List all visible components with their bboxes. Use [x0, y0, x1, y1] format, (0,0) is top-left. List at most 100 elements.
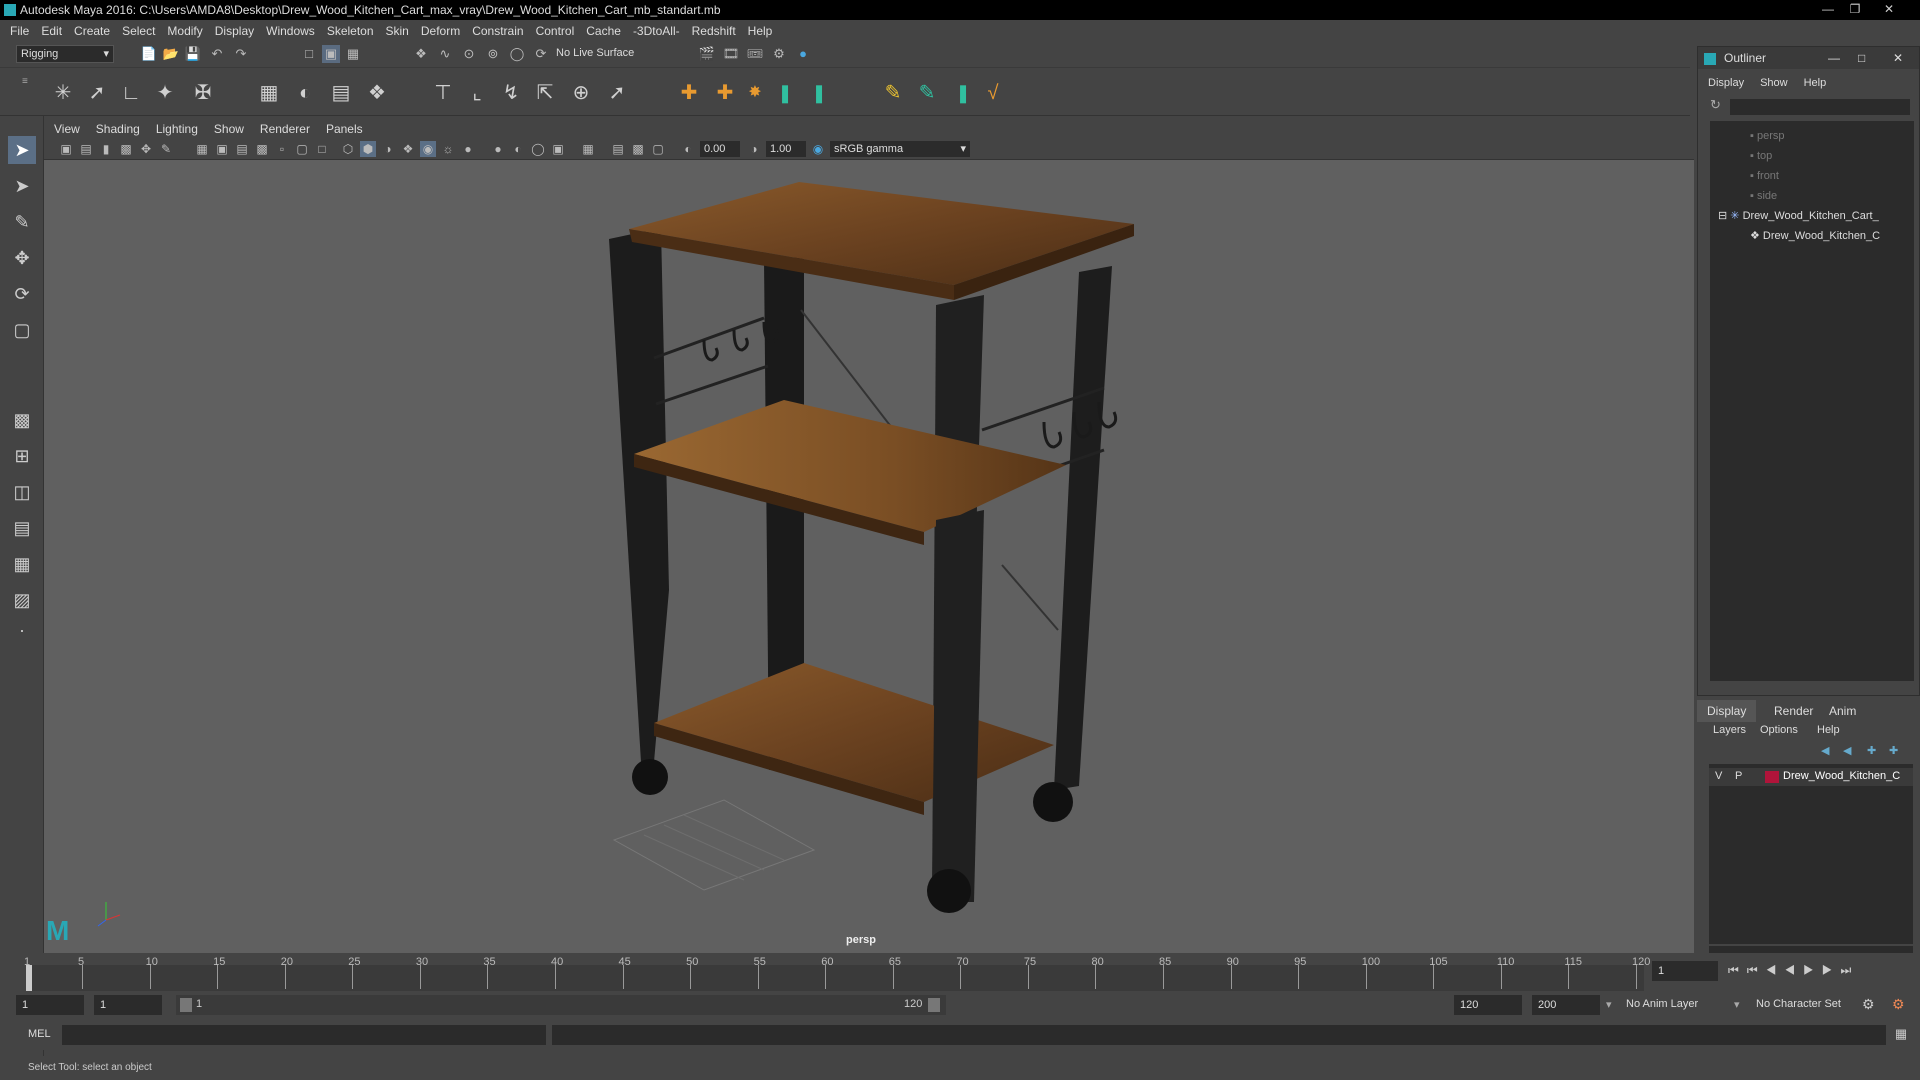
prev-key-icon[interactable]: ◀ [1766, 963, 1785, 977]
gamma-icon[interactable]: ◑ [746, 141, 762, 157]
shelf-options-icon[interactable]: ≡ [22, 76, 32, 108]
menu-edit[interactable]: Edit [41, 24, 62, 38]
menu-set-dropdown[interactable]: Rigging ▾ [16, 45, 114, 63]
view-transform-dropdown[interactable]: sRGB gamma ▾ [830, 141, 970, 157]
layers-menu-layers[interactable]: Layers [1713, 724, 1746, 736]
menu-skin[interactable]: Skin [386, 24, 409, 38]
lasso-tool-icon[interactable]: ➤ [8, 172, 36, 200]
playback-start-field[interactable]: 1 [94, 995, 162, 1015]
maya-m-icon-2[interactable]: ❚ [806, 80, 832, 106]
field-chart-icon[interactable]: ▫ [274, 141, 290, 157]
render-current-icon[interactable]: 🎞 [722, 45, 740, 63]
move-tool-icon[interactable]: ✥ [8, 244, 36, 272]
filter-icon[interactable]: ↻ [1710, 97, 1728, 115]
screen-space-ao-icon[interactable]: ● [460, 141, 476, 157]
layer-row[interactable]: V P Drew_Wood_Kitchen_C [1709, 768, 1913, 786]
script-editor-icon[interactable]: ▦ [1892, 1026, 1910, 1044]
playback-end-field[interactable]: 120 [1454, 995, 1522, 1015]
command-input[interactable] [62, 1025, 546, 1045]
snap-curve-icon[interactable]: ∿ [436, 45, 454, 63]
menu-create[interactable]: Create [74, 24, 110, 38]
step-back-icon[interactable]: ⏮ [1747, 963, 1766, 977]
scene-start-field[interactable]: 1 [16, 995, 84, 1015]
scale-constraint-icon[interactable]: ⇱ [532, 80, 558, 106]
preferences-icon[interactable]: ⚙ [1892, 996, 1905, 1013]
go-to-start-icon[interactable]: ⏮ [1728, 963, 1747, 977]
motion-blur-icon[interactable]: ● [490, 141, 506, 157]
single-perspective-icon[interactable]: ▩ [8, 406, 36, 434]
script-language-label[interactable]: MEL [28, 1028, 51, 1040]
outliner-close-button[interactable]: ✕ [1893, 47, 1903, 69]
exposure-field[interactable]: 0.00 [700, 141, 740, 157]
script-icon[interactable]: √ [980, 80, 1006, 106]
menu-file[interactable]: File [10, 24, 29, 38]
layer-color-swatch[interactable] [1765, 771, 1779, 783]
menu-display[interactable]: Display [215, 24, 254, 38]
use-all-lights-icon[interactable]: ◉ [420, 141, 436, 157]
persp-uv-icon[interactable]: ▨ [8, 586, 36, 614]
scale-tool-icon[interactable]: ▢ [8, 316, 36, 344]
paint-weights-icon[interactable]: ◐ [292, 80, 318, 106]
outliner-menu-display[interactable]: Display [1708, 77, 1744, 93]
auto-key-icon[interactable]: ⚙ [1862, 996, 1875, 1013]
select-component-icon[interactable]: ▦ [344, 45, 362, 63]
locator-icon[interactable]: ✚ [676, 80, 702, 106]
layer-visibility-toggle[interactable]: V [1715, 770, 1722, 782]
menu-constrain[interactable]: Constrain [472, 24, 523, 38]
snap-point-icon[interactable]: ⊙ [460, 45, 478, 63]
chevron-down-icon[interactable]: ▾ [1734, 998, 1740, 1011]
layers-menu-help[interactable]: Help [1817, 724, 1840, 736]
camera-icon[interactable]: ▣ [58, 141, 74, 157]
maya-m-icon-3[interactable]: ❚ [950, 80, 976, 106]
snap-view-icon[interactable]: ⊚ [484, 45, 502, 63]
play-forward-icon[interactable]: ▶ [1803, 963, 1822, 977]
rotate-tool-icon[interactable]: ⟳ [8, 280, 36, 308]
anim-layer-dropdown[interactable]: No Anim Layer [1626, 998, 1698, 1010]
new-layer-icon[interactable]: ✚ [1867, 744, 1876, 757]
menu-deform[interactable]: Deform [421, 24, 460, 38]
hypershade-icon[interactable]: ● [794, 45, 812, 63]
panel-menu-panels[interactable]: Panels [326, 122, 363, 136]
hypershade-layout-icon[interactable]: ▦ [8, 550, 36, 578]
pole-vector-icon[interactable]: ➚ [604, 80, 630, 106]
menu-3dtoall[interactable]: -3DtoAll- [633, 24, 680, 38]
redo-icon[interactable]: ↷ [232, 45, 250, 63]
xray-icon[interactable]: ▦ [580, 141, 596, 157]
xray-components-icon[interactable]: ▩ [630, 141, 646, 157]
resolution-gate-icon[interactable]: ▤ [234, 141, 250, 157]
grid-icon[interactable]: ▦ [194, 141, 210, 157]
bind-skin-icon[interactable]: ▦ [256, 80, 282, 106]
shadows-icon[interactable]: ☼ [440, 141, 456, 157]
2d-pan-icon[interactable]: ✥ [138, 141, 154, 157]
isolate-select-icon[interactable]: ▣ [550, 141, 566, 157]
paint-select-icon[interactable]: ✎ [8, 208, 36, 236]
exposure-icon[interactable]: ◐ [680, 141, 696, 157]
undo-icon[interactable]: ↶ [208, 45, 226, 63]
outliner-maximize-button[interactable]: □ [1858, 47, 1865, 69]
four-view-icon[interactable]: ⊞ [8, 442, 36, 470]
select-tool-icon[interactable]: ➤ [8, 136, 36, 164]
outliner-item-top[interactable]: ▪ top [1750, 147, 1920, 165]
frame-all-icon[interactable]: ▢ [650, 141, 666, 157]
menu-cache[interactable]: Cache [586, 24, 621, 38]
xray-joints-icon[interactable]: ▤ [610, 141, 626, 157]
character-set-dropdown[interactable]: No Character Set [1756, 998, 1841, 1010]
snap-live-icon[interactable]: ⟳ [532, 45, 550, 63]
layer-move-up-icon[interactable]: ◀ [1821, 744, 1829, 757]
maximize-button[interactable]: ❐ [1844, 1, 1866, 17]
viewport-persp[interactable]: M [44, 160, 1694, 953]
grease-pencil-icon[interactable]: ✎ [158, 141, 174, 157]
joint-tool-icon[interactable]: ✳ [50, 80, 76, 106]
image-plane-icon[interactable]: ▩ [118, 141, 134, 157]
depth-of-field-icon[interactable]: ◯ [530, 141, 546, 157]
current-time-indicator[interactable] [26, 965, 32, 991]
menu-control[interactable]: Control [536, 24, 575, 38]
lattice-icon[interactable]: ▤ [328, 80, 354, 106]
film-gate-icon[interactable]: ▣ [214, 141, 230, 157]
gate-mask-icon[interactable]: ▩ [254, 141, 270, 157]
layer-move-down-icon[interactable]: ◀ [1843, 744, 1851, 757]
insert-joint-icon[interactable]: ✦ [152, 80, 178, 106]
live-surface-label[interactable]: No Live Surface [556, 47, 656, 63]
time-slider[interactable]: 1 5 10 15 20 25 30 35 40 45 50 55 60 65 70 75 80 85 90 95 10… [0, 953, 1920, 993]
save-scene-icon[interactable]: 💾 [184, 45, 202, 63]
